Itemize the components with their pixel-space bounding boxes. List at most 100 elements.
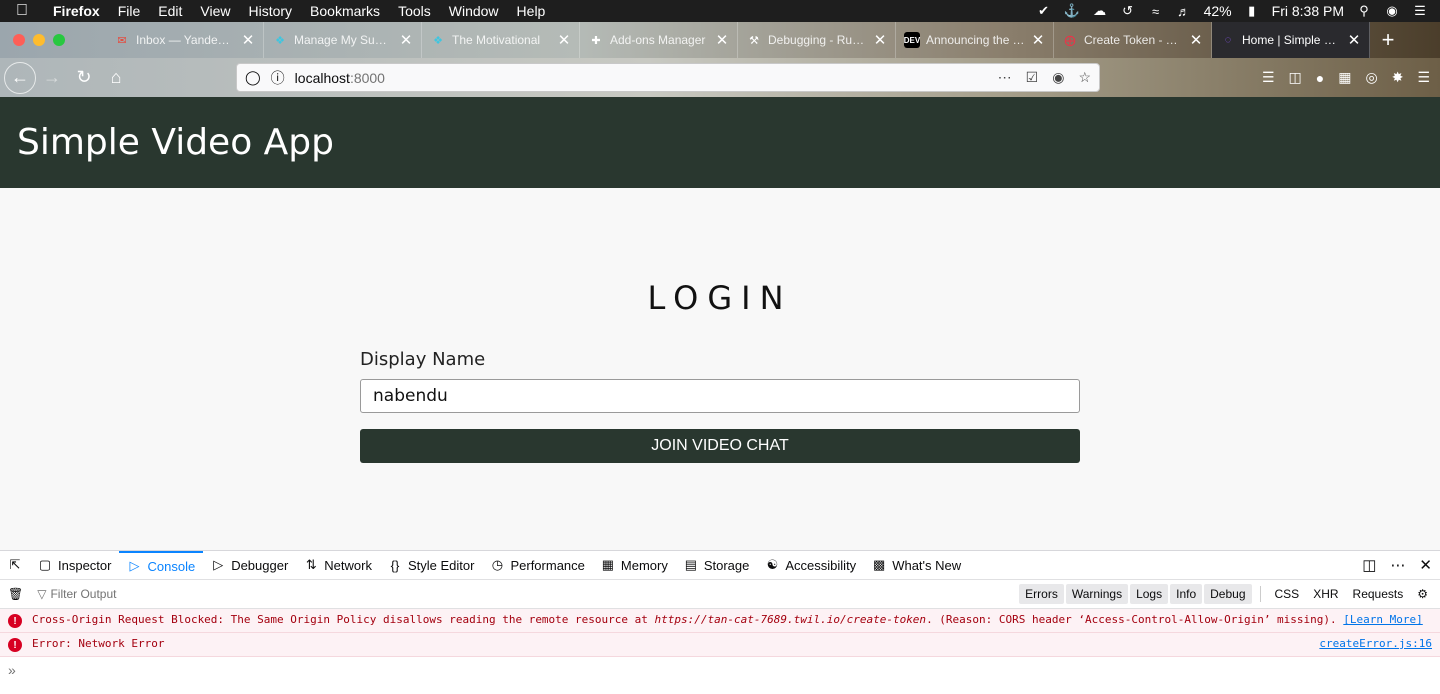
tab-style-editor[interactable]: {} Style Editor [380,551,482,580]
tab-announcing[interactable]: DEV Announcing the Twilio ✕ [896,22,1054,58]
filter-logs[interactable]: Logs [1130,584,1169,604]
close-tab-icon[interactable]: ✕ [1189,31,1203,49]
console-input[interactable]: » [0,657,1440,683]
tab-label: Create Token - Twilio [1084,33,1183,47]
close-tab-icon[interactable]: ✕ [399,31,413,49]
tab-manage-submissions[interactable]: ❖ Manage My Submissions ✕ [264,22,422,58]
apple-menu-icon[interactable]:  [0,2,44,20]
tab-inspector[interactable]: ▢ Inspector [30,551,119,580]
filter-placeholder: Filter Output [50,587,117,601]
creative-cloud-icon[interactable]: ☁ [1092,3,1108,19]
globe-extension-icon[interactable]: ◎ [1365,69,1377,86]
console-settings-icon[interactable]: ⚙ [1411,584,1434,604]
forward-button[interactable]: → [36,62,68,94]
menubar-clock[interactable]: Fri 8:38 PM [1272,3,1344,19]
close-tab-icon[interactable]: ✕ [1347,31,1361,49]
close-window-button[interactable] [13,34,25,46]
filter-xhr[interactable]: XHR [1307,584,1344,604]
sidebar-icon[interactable]: ◫ [1289,69,1302,86]
bookmark-star-icon[interactable]: ☆ [1078,69,1091,86]
menu-firefox[interactable]: Firefox [44,3,109,19]
new-tab-button[interactable]: + [1370,27,1406,53]
docker-icon[interactable]: ⚓ [1064,3,1080,19]
home-button[interactable]: ⌂ [100,62,132,94]
spotlight-search-icon[interactable]: ⚲ [1356,3,1372,19]
tab-motivational[interactable]: ❖ The Motivational ✕ [422,22,580,58]
url-bar[interactable]: ◯ ⓘ localhost:8000 ⋯ ☑ ◉ ☆ [236,63,1100,92]
style-editor-icon: {} [390,557,400,573]
zoom-window-button[interactable] [53,34,65,46]
tab-accessibility[interactable]: ☯ Accessibility [757,551,864,580]
tab-label: Debugger [231,557,289,573]
library-icon[interactable]: ☰ [1262,69,1275,86]
tab-home-simple-video[interactable]: ◌ Home | Simple Video ✕ [1212,22,1370,58]
twp-extension-icon[interactable]: ● [1316,70,1324,86]
filter-requests[interactable]: Requests [1347,584,1410,604]
learn-more-link[interactable]: [Learn More] [1343,613,1422,626]
page-actions-icon[interactable]: ⋯ [998,69,1012,86]
tab-console[interactable]: ▷ Console [119,550,204,580]
error-source-link[interactable]: createError.js:16 [1319,637,1432,650]
twilio-icon: ⨁ [1064,34,1076,47]
menu-edit[interactable]: Edit [149,3,191,19]
console-icon: ▷ [129,558,140,573]
close-tab-icon[interactable]: ✕ [873,31,887,49]
check-circle-icon[interactable]: ✔ [1036,3,1052,19]
tab-inbox[interactable]: ✉ Inbox — Yandex.Mail ✕ [106,22,264,58]
tab-label: Accessibility [785,557,857,573]
page-viewport: Simple Video App LOGIN Display Name JOIN… [0,97,1440,550]
menu-file[interactable]: File [109,3,150,19]
extension-icon[interactable]: ◉ [1052,69,1064,86]
reload-button[interactable]: ↻ [68,62,100,94]
react-devtools-icon[interactable]: ✸ [1392,69,1404,86]
tab-addons-manager[interactable]: ✚ Add-ons Manager ✕ [580,22,738,58]
close-tab-icon[interactable]: ✕ [241,31,255,49]
gift-icon: ▩ [873,557,886,572]
close-devtools-icon[interactable]: ✕ [1419,556,1432,574]
more-options-icon[interactable]: ⋯ [1390,556,1405,574]
tab-debugger[interactable]: ▷ Debugger [203,551,296,580]
tab-network[interactable]: ⇅ Network [296,551,380,580]
filter-warnings[interactable]: Warnings [1065,584,1129,604]
filter-css[interactable]: CSS [1269,584,1306,604]
filter-output-input[interactable]: ▽ Filter Output [37,587,116,601]
tab-debugging[interactable]: ⚒ Debugging - Runtime ✕ [738,22,896,58]
wifi-icon[interactable]: ≈ [1148,3,1164,19]
battery-icon[interactable]: ▮ [1244,3,1260,19]
tab-performance[interactable]: ◷ Performance [482,551,592,580]
tab-memory[interactable]: ▦ Memory [593,551,676,580]
join-video-chat-button[interactable]: JOIN VIDEO CHAT [360,429,1080,463]
tab-storage[interactable]: ▤ Storage [676,551,758,580]
menu-history[interactable]: History [239,3,301,19]
pocket-icon[interactable]: ☑ [1026,69,1039,86]
tab-create-token[interactable]: ⨁ Create Token - Twilio ✕ [1054,22,1212,58]
filter-errors[interactable]: Errors [1019,584,1064,604]
dock-icon[interactable]: ◫ [1362,556,1376,574]
filter-debug[interactable]: Debug [1204,584,1252,604]
close-tab-icon[interactable]: ✕ [1031,31,1045,49]
site-info-icon[interactable]: ⓘ [271,68,285,88]
display-name-input[interactable] [360,379,1080,413]
menu-bookmarks[interactable]: Bookmarks [301,3,389,19]
accessibility-icon: ☯ [766,557,779,572]
extension-badge-icon[interactable]: ▦ [1338,69,1351,86]
close-tab-icon[interactable]: ✕ [715,31,729,49]
volume-icon[interactable]: ♬ [1176,3,1192,19]
tab-whats-new[interactable]: ▩ What's New [864,551,969,580]
menu-window[interactable]: Window [440,3,508,19]
close-tab-icon[interactable]: ✕ [557,31,571,49]
back-button[interactable]: ← [4,61,36,94]
tracking-protection-icon[interactable]: ◯ [245,69,261,86]
clear-console-icon[interactable]: 🗑 [8,587,23,601]
picker-icon: ⇱ [9,557,21,572]
menu-help[interactable]: Help [508,3,555,19]
minimize-window-button[interactable] [33,34,45,46]
time-machine-icon[interactable]: ↺ [1120,3,1136,19]
element-picker-button[interactable]: ⇱ [0,551,30,580]
filter-info[interactable]: Info [1170,584,1203,604]
siri-icon[interactable]: ◉ [1384,3,1400,19]
notification-center-icon[interactable]: ☰ [1412,3,1428,19]
hamburger-menu-icon[interactable]: ☰ [1417,69,1430,86]
menu-tools[interactable]: Tools [389,3,440,19]
menu-view[interactable]: View [191,3,239,19]
